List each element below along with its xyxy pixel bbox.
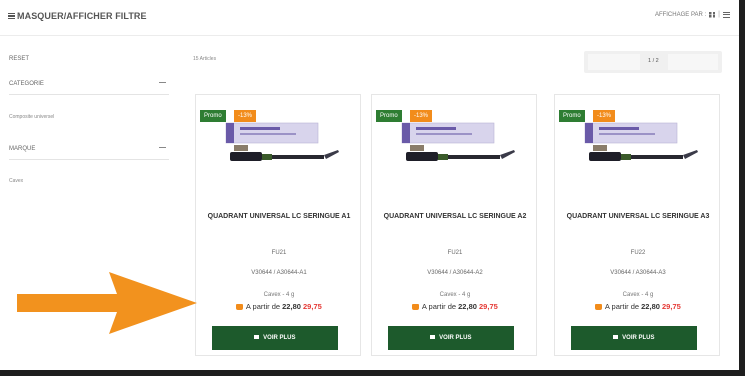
voir-plus-button[interactable]: VOIR PLUS (212, 326, 338, 350)
cart-icon (236, 304, 244, 310)
pagination: 1 / 2 (584, 51, 722, 73)
product-card[interactable]: Promo -13% QUADRANT UNIVERSAL LC SERINGU… (371, 94, 537, 356)
discount-badge: -13% (234, 110, 257, 122)
price-prefix: A partir de (421, 302, 457, 311)
cart-icon (430, 335, 436, 339)
page-indicator: 1 / 2 (648, 58, 659, 64)
product-image[interactable] (206, 119, 346, 175)
price-new: 22,80 (458, 302, 477, 311)
orange-arrow-icon (17, 272, 197, 334)
promo-badge: Promo (200, 110, 226, 122)
view-separator: | (718, 11, 720, 18)
category-option[interactable]: Composite universel (9, 114, 54, 120)
product-card[interactable]: Promo -13% QUADRANT UNIVERSAL LC SERINGU… (195, 94, 361, 356)
product-code: FU21 (271, 250, 287, 256)
product-image[interactable] (382, 119, 522, 175)
toggle-filter-label: MASQUER/AFFICHER FILTRE (17, 11, 147, 21)
next-page-button[interactable] (668, 54, 718, 70)
cart-icon (254, 335, 260, 339)
category-filter-header[interactable]: CATEGORIE (9, 81, 169, 95)
voir-plus-label: VOIR PLUS (263, 335, 296, 341)
product-packaging: Cavex - 4 g (439, 292, 471, 298)
voir-plus-label: VOIR PLUS (622, 335, 655, 341)
reset-filters-link[interactable]: RESET (9, 56, 29, 62)
price-new: 22,80 (282, 302, 301, 311)
product-card[interactable]: Promo -13% QUADRANT UNIVERSAL LC SERINGU… (554, 94, 720, 356)
top-toolbar: MASQUER/AFFICHER FILTRE AFFICHAGE PAR : … (0, 0, 739, 36)
voir-plus-button[interactable]: VOIR PLUS (571, 326, 697, 350)
view-mode-label: AFFICHAGE PAR : (654, 11, 707, 18)
grid-view-icon[interactable] (709, 11, 716, 18)
product-packaging: Cavex - 4 g (622, 292, 654, 298)
product-price: A partir de 22,80 29,75 (196, 302, 362, 311)
price-new: 22,80 (641, 302, 660, 311)
price-prefix: A partir de (245, 302, 281, 311)
price-prefix: A partir de (604, 302, 640, 311)
discount-badge: -13% (593, 110, 616, 122)
product-packaging: Cavex - 4 g (263, 292, 295, 298)
product-code: FU22 (630, 250, 646, 256)
cart-icon (412, 304, 420, 310)
screenshot-frame: MASQUER/AFFICHER FILTRE AFFICHAGE PAR : … (0, 0, 739, 370)
product-price: A partir de 22,80 29,75 (372, 302, 538, 311)
results-count: 15 Articles (193, 56, 217, 62)
price-old: 29,75 (479, 302, 498, 311)
previous-page-button[interactable] (588, 54, 640, 70)
list-view-icon[interactable] (723, 11, 730, 18)
discount-badge: -13% (410, 110, 433, 122)
brand-option[interactable]: Cavex (9, 178, 23, 184)
collapse-minus-icon[interactable] (159, 82, 166, 83)
product-reference: V30644 / A30644-A3 (610, 270, 666, 276)
cart-icon (613, 335, 619, 339)
product-name[interactable]: QUADRANT UNIVERSAL LC SERINGUE A2 (372, 212, 538, 221)
toggle-filter-button[interactable]: MASQUER/AFFICHER FILTRE (8, 11, 147, 21)
brand-filter-label: MARQUE (9, 146, 36, 152)
product-name[interactable]: QUADRANT UNIVERSAL LC SERINGUE A3 (555, 212, 721, 221)
promo-badge: Promo (559, 110, 585, 122)
product-reference: V30644 / A30644-A1 (251, 270, 307, 276)
price-old: 29,75 (303, 302, 322, 311)
product-code: FU21 (447, 250, 463, 256)
voir-plus-button[interactable]: VOIR PLUS (388, 326, 514, 350)
product-price: A partir de 22,80 29,75 (555, 302, 721, 311)
view-mode-switcher: AFFICHAGE PAR : | (655, 11, 730, 18)
product-image[interactable] (565, 119, 705, 175)
product-reference: V30644 / A30644-A2 (427, 270, 483, 276)
hamburger-icon (8, 13, 15, 19)
promo-badge: Promo (376, 110, 402, 122)
brand-filter-header[interactable]: MARQUE (9, 146, 169, 160)
price-old: 29,75 (662, 302, 681, 311)
product-name[interactable]: QUADRANT UNIVERSAL LC SERINGUE A1 (196, 212, 362, 221)
voir-plus-label: VOIR PLUS (439, 335, 472, 341)
collapse-minus-icon[interactable] (159, 147, 166, 148)
category-filter-label: CATEGORIE (9, 81, 44, 87)
cart-icon (595, 304, 603, 310)
